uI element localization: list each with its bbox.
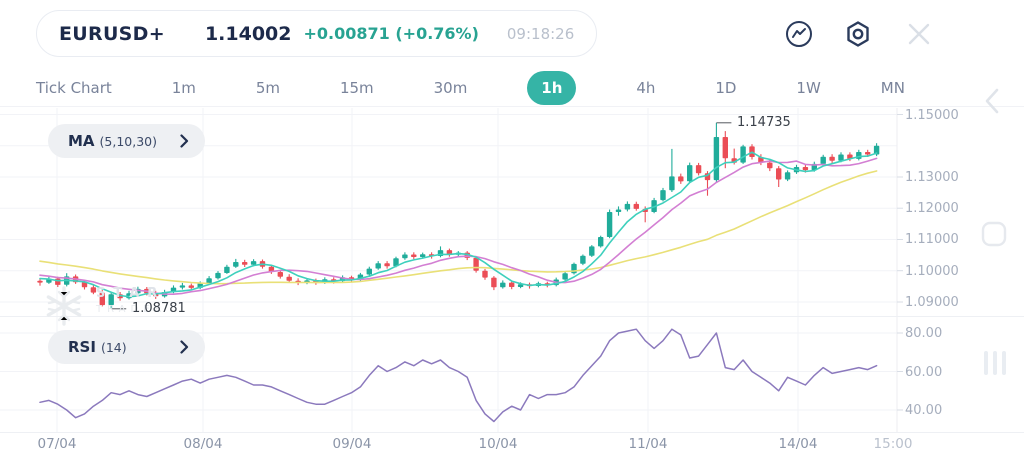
drag-handle-icon[interactable] (983, 349, 1007, 377)
rsi-axis-label: 40.00 (905, 403, 942, 418)
timeframe-tab-mn[interactable]: MN (881, 79, 905, 97)
date-axis-label: 07/04 (38, 436, 77, 452)
chevron-right-icon (180, 340, 189, 354)
low-price-annotation: 1.08781 (132, 301, 186, 316)
collapse-panel-icon[interactable] (984, 88, 1000, 114)
indicator-icon[interactable] (784, 19, 814, 49)
timeframe-tabs: Tick Chart 1m 5m 15m 30m 1h 4h 1D 1W MN (36, 70, 905, 106)
rsi-indicator-name: RSI (68, 338, 96, 356)
price-axis-label: 1.10000 (905, 264, 959, 279)
price-axis-label: 1.11000 (905, 232, 959, 247)
price-axis-label: 1.09000 (905, 295, 959, 310)
settings-icon[interactable] (843, 19, 873, 49)
date-axis-label: 14/04 (779, 436, 818, 452)
ma-indicator-params: (5,10,30) (100, 134, 157, 149)
trading-app-window: EURUSD+ 1.14002 +0.00871 (+0.76%) 09:18:… (0, 0, 1024, 473)
ma30-line (40, 171, 877, 284)
ma5-line (40, 152, 877, 297)
price-axis-label: 1.15000 (905, 108, 959, 123)
date-axis-label: 08/04 (184, 436, 223, 452)
rsi-axis-label: 60.00 (905, 365, 942, 380)
snowflake-logo-icon (42, 284, 86, 328)
price-change: +0.00871 (+0.76%) (304, 24, 479, 43)
date-axis-label: 11/04 (629, 436, 668, 452)
timeframe-tab-5m[interactable]: 5m (256, 79, 280, 97)
chevron-right-icon (180, 134, 189, 148)
timeframe-tab-15m[interactable]: 15m (340, 79, 374, 97)
timeframe-tab-1m[interactable]: 1m (172, 79, 196, 97)
object-tool-icon[interactable] (981, 221, 1007, 247)
rsi-indicator-button[interactable]: RSI (14) (48, 330, 205, 364)
close-icon[interactable] (904, 19, 934, 49)
ma-indicator-name: MA (68, 132, 95, 150)
price-axis-label: 1.13000 (905, 170, 959, 185)
time-axis-edge-label: 15:00 (874, 436, 913, 452)
date-axis-label: 10/04 (479, 436, 518, 452)
axis-divider (0, 432, 1024, 433)
watermark-line1: STAR (96, 286, 166, 301)
date-axis-label: 09/04 (333, 436, 372, 452)
timeframe-tab-1w[interactable]: 1W (796, 79, 820, 97)
timeframe-tab-30m[interactable]: 30m (434, 79, 468, 97)
tabs-divider (0, 106, 1024, 107)
symbol-info-bar: EURUSD+ 1.14002 +0.00871 (+0.76%) 09:18:… (36, 10, 597, 57)
price-annotations (111, 123, 731, 309)
ma10-line (40, 158, 877, 294)
timeframe-tab-4h[interactable]: 4h (636, 79, 655, 97)
timeframe-tab-1h[interactable]: 1h (527, 71, 576, 105)
timeframe-tab-1d[interactable]: 1D (715, 79, 736, 97)
rsi-indicator-params: (14) (101, 340, 127, 355)
server-time: 09:18:26 (507, 25, 574, 43)
ma-indicator-button[interactable]: MA (5,10,30) (48, 124, 205, 158)
timeframe-tab-tick-chart[interactable]: Tick Chart (36, 79, 112, 97)
current-price: 1.14002 (205, 23, 292, 45)
symbol-name: EURUSD+ (59, 23, 165, 45)
price-axis-label: 1.12000 (905, 201, 959, 216)
high-price-annotation: 1.14735 (737, 115, 791, 130)
rsi-axis-label: 80.00 (905, 326, 942, 341)
